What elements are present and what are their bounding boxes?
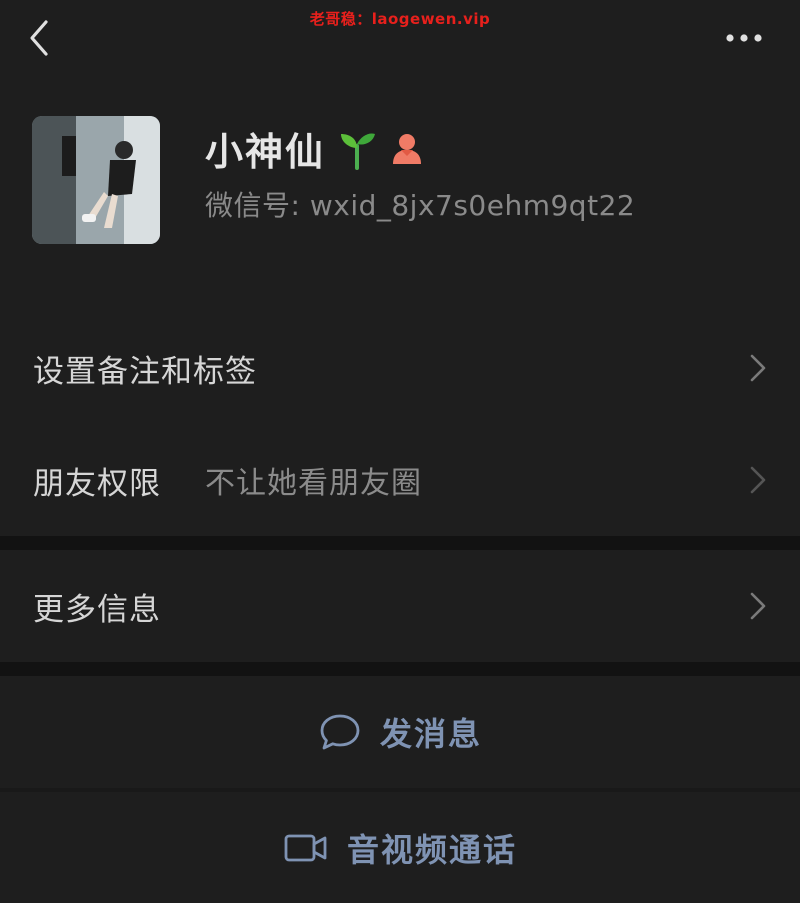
video-call-button[interactable]: 音视频通话 (0, 792, 800, 903)
contact-profile-screen: 老哥稳：laogewen.vip 小神仙 微信号: wxid_8jx7s0ehm… (0, 0, 800, 903)
section-divider (0, 536, 800, 550)
more-info-label: 更多信息 (33, 591, 161, 628)
send-message-button[interactable]: 发消息 (0, 676, 800, 788)
chevron-right-icon (750, 592, 766, 620)
more-options-button[interactable] (718, 20, 770, 56)
wechat-id-label: 微信号: (205, 189, 310, 222)
video-call-label: 音视频通话 (346, 831, 517, 869)
top-bar: 老哥稳：laogewen.vip (0, 0, 800, 80)
chevron-right-icon (750, 466, 766, 494)
female-person-icon (393, 134, 422, 164)
seedling-icon (341, 133, 376, 170)
section-divider (0, 662, 800, 676)
set-remark-tags-row[interactable]: 设置备注和标签 (0, 312, 800, 424)
wechat-id: 微信号: wxid_8jx7s0ehm9qt22 (205, 184, 635, 224)
send-message-label: 发消息 (379, 715, 482, 753)
friend-permissions-value: 不让她看朋友圈 (205, 466, 422, 501)
avatar[interactable] (32, 116, 160, 244)
nickname-row: 小神仙 (205, 120, 425, 176)
more-info-row[interactable]: 更多信息 (0, 550, 800, 662)
friend-permissions-label: 朋友权限 (33, 465, 161, 502)
nickname: 小神仙 (205, 129, 326, 174)
wechat-id-value: wxid_8jx7s0ehm9qt22 (309, 189, 636, 222)
profile-header: 小神仙 微信号: wxid_8jx7s0ehm9qt22 (0, 80, 800, 312)
more-dots-icon (726, 34, 762, 42)
avatar-photo (32, 116, 160, 244)
chevron-right-icon (750, 354, 766, 382)
video-camera-icon (284, 834, 327, 862)
chat-bubble-icon (320, 714, 360, 750)
friend-permissions-row[interactable]: 朋友权限 不让她看朋友圈 (0, 424, 800, 536)
watermark-text: 老哥稳：laogewen.vip (309, 10, 491, 28)
set-remark-tags-label: 设置备注和标签 (33, 353, 257, 390)
